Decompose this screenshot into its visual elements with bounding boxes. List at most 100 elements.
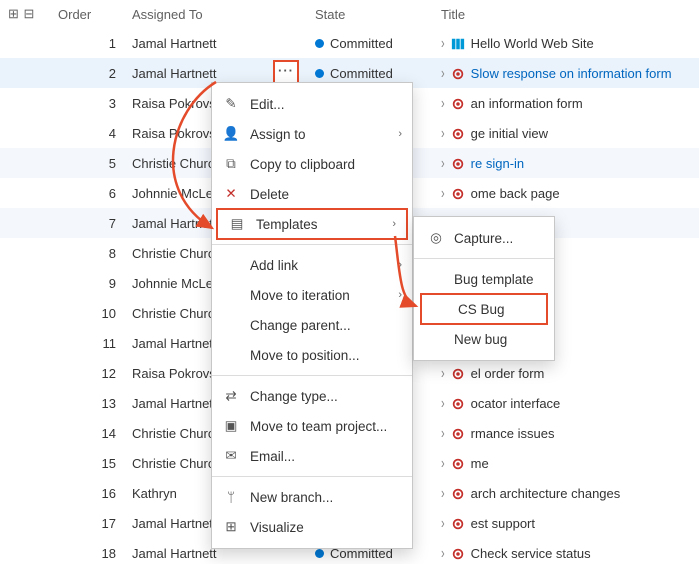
cell-order: 3 — [50, 88, 124, 118]
menu-item-move-to-team-project[interactable]: ▣Move to team project... — [212, 411, 412, 441]
cell-title[interactable]: › Hello World Web Site — [433, 28, 699, 58]
email-icon: ✉ — [222, 448, 240, 464]
menu-item-change-parent[interactable]: Change parent... — [212, 310, 412, 340]
cell-title[interactable]: ›ome back page — [433, 178, 699, 208]
menu-item-copy-to-clipboard[interactable]: ⧉ Copy to clipboard — [212, 149, 412, 179]
menu-item-move-to-position[interactable]: Move to position... — [212, 340, 412, 370]
menu-item-label: Assign to — [250, 127, 388, 142]
cell-order: 18 — [50, 538, 124, 564]
menu-item-label: Move to iteration — [250, 288, 388, 303]
bug-icon — [451, 547, 465, 561]
cell-state: Committed — [307, 28, 433, 58]
work-item-title: arch architecture changes — [471, 486, 621, 501]
branch-icon: ᛘ — [222, 490, 240, 505]
work-item-title: me — [471, 456, 489, 471]
submenu-item-new-bug[interactable]: New bug — [414, 324, 554, 354]
cell-order: 1 — [50, 28, 124, 58]
cell-order: 2 — [50, 58, 124, 88]
cell-title[interactable]: ›Slow response on information form — [433, 58, 699, 88]
bug-icon — [451, 127, 465, 141]
menu-item-new-branch[interactable]: ᛘ New branch... — [212, 482, 412, 512]
collapse-icon[interactable]: ⊟ — [24, 6, 36, 21]
cell-title[interactable]: ›el order form — [433, 358, 699, 388]
bug-icon — [451, 517, 465, 531]
menu-item-label: Add link — [250, 258, 388, 273]
assign-icon: 👤 — [222, 126, 240, 142]
menu-item-label: New branch... — [250, 490, 402, 505]
submenu-item-capture[interactable]: ◎Capture... — [414, 223, 554, 253]
bug-icon — [451, 367, 465, 381]
chevron-right-icon: › — [441, 95, 445, 112]
menu-item-change-type[interactable]: ⇄ Change type... — [212, 381, 412, 411]
move-icon: ▣ — [222, 418, 240, 434]
cell-order: 7 — [50, 208, 124, 238]
menu-item-label: Copy to clipboard — [250, 157, 402, 172]
cell-title[interactable]: › arch architecture changes — [433, 478, 699, 508]
submenu-item-bug-template[interactable]: Bug template — [414, 264, 554, 294]
work-item-title: el order form — [471, 366, 545, 381]
chevron-right-icon: › — [441, 485, 445, 502]
work-item-link[interactable]: re sign-in — [471, 156, 524, 171]
column-header-assigned[interactable]: Assigned To — [124, 0, 265, 28]
menu-item-label: Bug template — [454, 272, 540, 287]
cell-order: 8 — [50, 238, 124, 268]
column-header-state[interactable]: State — [307, 0, 433, 28]
menu-item-label: Capture... — [454, 231, 540, 246]
templates-icon: ▤ — [228, 216, 246, 232]
column-header-title[interactable]: Title — [433, 0, 699, 28]
bug-icon — [451, 67, 465, 81]
chevron-right-icon: › — [441, 425, 445, 442]
menu-item-label: CS Bug — [458, 302, 536, 317]
templates-submenu: ◎Capture... Bug template CS Bug New bug — [413, 216, 555, 361]
menu-item-edit[interactable]: ✎Edit... — [212, 89, 412, 119]
menu-item-move-to-iteration[interactable]: Move to iteration › — [212, 280, 412, 310]
cell-title[interactable]: ›me — [433, 448, 699, 478]
cell-order: 5 — [50, 148, 124, 178]
menu-divider — [212, 244, 412, 245]
cell-title[interactable]: ›ocator interface — [433, 388, 699, 418]
cell-title[interactable]: ›rmance issues — [433, 418, 699, 448]
cell-title[interactable]: ›ge initial view — [433, 118, 699, 148]
bug-icon — [451, 187, 465, 201]
cell-title[interactable]: ›est support — [433, 508, 699, 538]
cell-title[interactable]: › an information form — [433, 88, 699, 118]
copy-icon: ⧉ — [222, 156, 240, 172]
cell-order: 14 — [50, 418, 124, 448]
change-icon: ⇄ — [222, 388, 240, 404]
submenu-item-cs-bug[interactable]: CS Bug — [420, 293, 548, 325]
menu-item-email[interactable]: ✉Email... — [212, 441, 412, 471]
menu-item-delete[interactable]: ✕Delete — [212, 179, 412, 209]
bug-icon — [451, 427, 465, 441]
menu-item-label: Move to position... — [250, 348, 402, 363]
visualize-icon: ⊞ — [222, 519, 240, 535]
context-menu: ✎Edit... 👤 Assign to › ⧉ Copy to clipboard ✕De… — [211, 82, 413, 549]
state-dot-icon — [315, 39, 324, 48]
state-dot-icon — [315, 69, 324, 78]
chevron-right-icon: › — [441, 395, 445, 412]
menu-item-add-link[interactable]: Add link› — [212, 250, 412, 280]
work-item-title: an information form — [471, 96, 583, 111]
bug-icon — [451, 157, 465, 171]
bug-icon — [451, 97, 465, 111]
chevron-right-icon: › — [441, 35, 445, 52]
chevron-right-icon: › — [398, 289, 402, 301]
cell-title[interactable]: › re sign-in — [433, 148, 699, 178]
cell-order: 15 — [50, 448, 124, 478]
expand-collapse-header[interactable]: ⊞ ⊟ — [0, 0, 50, 28]
chevron-right-icon: › — [398, 128, 402, 140]
menu-item-label: Change type... — [250, 389, 402, 404]
expand-icon[interactable]: ⊞ — [8, 6, 20, 21]
work-item-link[interactable]: Slow response on information form — [471, 66, 672, 81]
cell-order: 6 — [50, 178, 124, 208]
cell-title[interactable]: ›Check service status — [433, 538, 699, 564]
chevron-right-icon: › — [441, 155, 445, 172]
cell-order: 11 — [50, 328, 124, 358]
table-row[interactable]: 1Jamal HartnettCommitted›Hello World Web… — [0, 28, 699, 58]
menu-item-templates[interactable]: ▤Templates› — [216, 208, 408, 240]
cell-order: 10 — [50, 298, 124, 328]
column-header-order[interactable]: Order — [50, 0, 124, 28]
menu-item-visualize[interactable]: ⊞Visualize — [212, 512, 412, 542]
menu-item-label: Delete — [250, 187, 402, 202]
menu-item-assign-to[interactable]: 👤 Assign to › — [212, 119, 412, 149]
work-item-title: Hello World Web Site — [471, 36, 594, 51]
